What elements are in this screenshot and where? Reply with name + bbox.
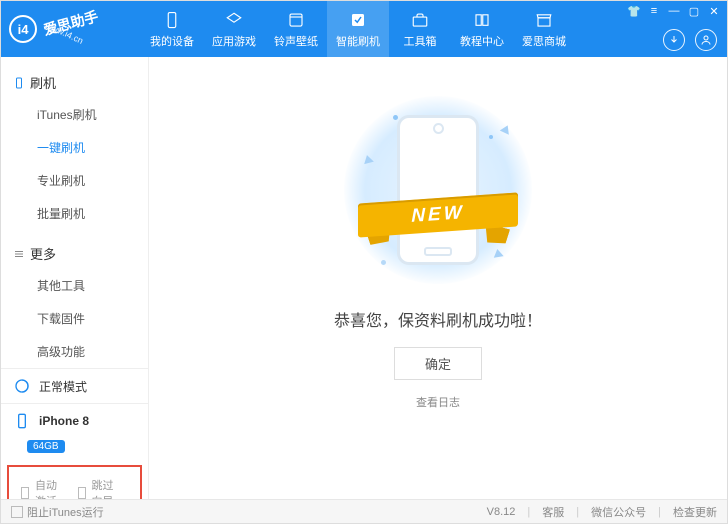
sidebar: 刷机 iTunes刷机 一键刷机 专业刷机 批量刷机 更多 其他工具 下载固件 … xyxy=(1,57,149,499)
more-section-icon xyxy=(13,248,24,259)
view-log-link[interactable]: 查看日志 xyxy=(416,394,460,410)
tab-tutorial[interactable]: 教程中心 xyxy=(451,1,513,57)
tab-store[interactable]: 爱思商城 xyxy=(513,1,575,57)
tab-label: 智能刷机 xyxy=(336,33,380,49)
section-title: 更多 xyxy=(30,244,56,263)
success-illustration: NEW xyxy=(343,95,533,285)
block-itunes-label: 阻止iTunes运行 xyxy=(27,504,104,520)
logo[interactable]: i4 爱思助手 www.i4.cn xyxy=(9,15,129,43)
main-content: NEW 恭喜您，保资料刷机成功啦！ 确定 查看日志 xyxy=(149,57,727,499)
logo-icon: i4 xyxy=(9,15,37,43)
checkbox-block-itunes[interactable] xyxy=(11,506,23,518)
device-mode[interactable]: 正常模式 xyxy=(1,369,148,403)
apps-icon xyxy=(224,10,244,30)
ok-button[interactable]: 确定 xyxy=(394,347,482,380)
tab-label: 铃声壁纸 xyxy=(274,33,318,49)
sidebar-item-other-tools[interactable]: 其他工具 xyxy=(1,269,148,302)
phone-icon xyxy=(13,412,31,430)
tab-smart-flash[interactable]: 智能刷机 xyxy=(327,1,389,57)
checkbox-skip-guide[interactable] xyxy=(78,487,86,499)
sidebar-item-itunes-flash[interactable]: iTunes刷机 xyxy=(1,98,148,131)
app-header: i4 爱思助手 www.i4.cn 我的设备 应用游戏 铃声壁纸 智能刷机 xyxy=(1,1,727,57)
version-label: V8.12 xyxy=(487,506,516,518)
tab-toolbox[interactable]: 工具箱 xyxy=(389,1,451,57)
tab-label: 教程中心 xyxy=(460,33,504,49)
close-icon[interactable]: ✕ xyxy=(707,4,721,18)
mode-icon xyxy=(13,377,31,395)
tab-label: 我的设备 xyxy=(150,33,194,49)
menu-icon[interactable]: ≡ xyxy=(647,4,661,18)
success-message: 恭喜您，保资料刷机成功啦！ xyxy=(334,307,542,331)
user-icon[interactable] xyxy=(695,29,717,51)
support-link[interactable]: 客服 xyxy=(542,504,564,520)
maximize-icon[interactable]: ▢ xyxy=(687,4,701,18)
wallpaper-icon xyxy=(286,10,306,30)
sidebar-item-batch-flash[interactable]: 批量刷机 xyxy=(1,197,148,230)
sidebar-item-advanced[interactable]: 高级功能 xyxy=(1,335,148,368)
tutorial-icon xyxy=(472,10,492,30)
status-bar: 阻止iTunes运行 V8.12 | 客服 | 微信公众号 | 检查更新 xyxy=(1,499,727,523)
store-icon xyxy=(534,10,554,30)
sidebar-section-more[interactable]: 更多 xyxy=(1,238,148,269)
download-icon[interactable] xyxy=(663,29,685,51)
sidebar-section-flash[interactable]: 刷机 xyxy=(1,67,148,98)
device-name: iPhone 8 xyxy=(39,414,89,428)
tab-label: 工具箱 xyxy=(404,33,437,49)
sidebar-item-pro-flash[interactable]: 专业刷机 xyxy=(1,164,148,197)
tab-label: 爱思商城 xyxy=(522,33,566,49)
flash-section-icon xyxy=(13,77,24,88)
new-ribbon: NEW xyxy=(358,190,518,236)
flash-icon xyxy=(348,10,368,30)
storage-badge: 64GB xyxy=(27,440,65,453)
skin-icon[interactable]: 👕 xyxy=(627,4,641,18)
tab-my-device[interactable]: 我的设备 xyxy=(141,1,203,57)
section-title: 刷机 xyxy=(30,73,56,92)
mode-label: 正常模式 xyxy=(39,378,87,395)
sidebar-item-oneclick-flash[interactable]: 一键刷机 xyxy=(1,131,148,164)
tab-label: 应用游戏 xyxy=(212,33,256,49)
header-tabs: 我的设备 应用游戏 铃声壁纸 智能刷机 工具箱 教程中心 xyxy=(141,1,575,57)
device-info[interactable]: iPhone 8 xyxy=(1,403,148,438)
device-icon xyxy=(162,10,182,30)
tab-ring-wallpaper[interactable]: 铃声壁纸 xyxy=(265,1,327,57)
sidebar-item-download-fw[interactable]: 下载固件 xyxy=(1,302,148,335)
minimize-icon[interactable]: — xyxy=(667,4,681,18)
wechat-link[interactable]: 微信公众号 xyxy=(591,504,646,520)
checkbox-auto-activate[interactable] xyxy=(21,487,29,499)
toolbox-icon xyxy=(410,10,430,30)
check-update-link[interactable]: 检查更新 xyxy=(673,504,717,520)
tab-apps-games[interactable]: 应用游戏 xyxy=(203,1,265,57)
